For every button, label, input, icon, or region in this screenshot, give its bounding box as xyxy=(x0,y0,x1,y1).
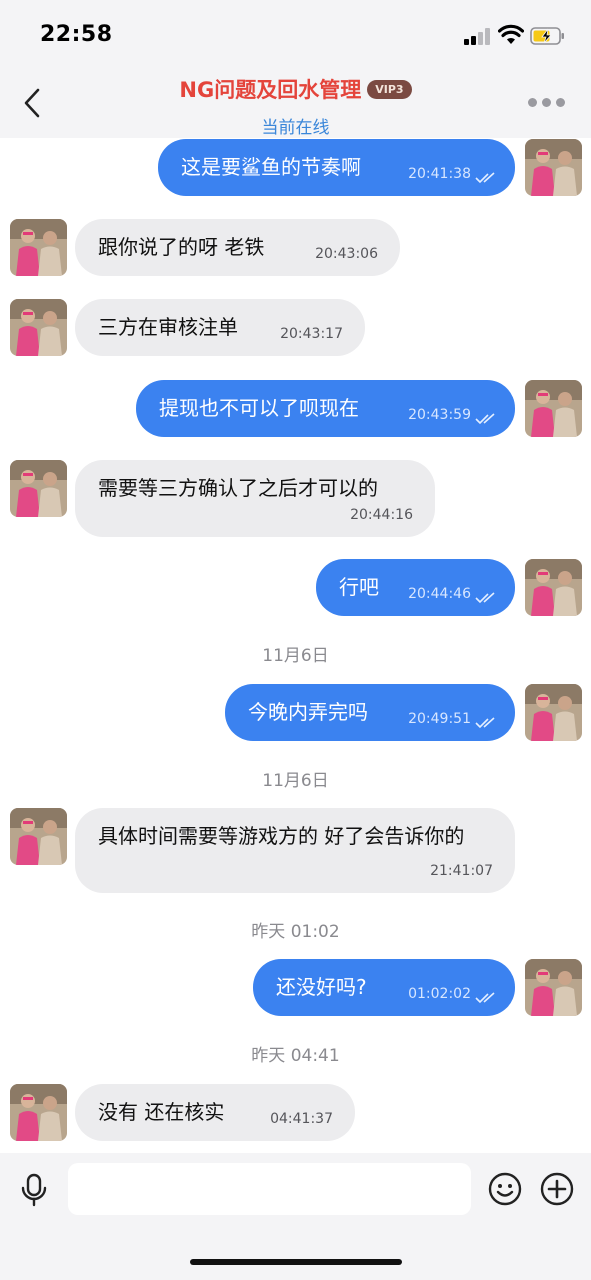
chat-title-row: NG问题及回水管理 VIP3 xyxy=(0,74,591,104)
top-bar: 22:58 NG问题及回水管理 VIP3 当前在线 xyxy=(0,0,591,138)
double-check-icon xyxy=(475,413,495,425)
wifi-icon xyxy=(498,24,524,44)
message-text: 行吧 xyxy=(339,575,379,599)
date-separator: 昨天 01:02 xyxy=(251,922,340,942)
cellular-signal-icon xyxy=(464,28,490,45)
message-time: 20:43:17 xyxy=(280,326,343,342)
input-bar xyxy=(0,1153,591,1280)
outgoing-message[interactable]: 今晚内弄完吗 20:49:51 xyxy=(225,684,515,741)
message-list[interactable]: 这是要鲨鱼的节奏啊 20:41:38 跟你说了的呀 老铁 20:43:06 三方… xyxy=(0,138,591,1153)
incoming-message[interactable]: 没有 还在核实 04:41:37 xyxy=(75,1084,355,1141)
outgoing-message[interactable]: 提现也不可以了呗现在 20:43:59 xyxy=(136,380,515,437)
double-check-icon xyxy=(475,717,495,729)
date-separator: 11月6日 xyxy=(262,646,329,666)
message-time: 04:41:37 xyxy=(270,1111,333,1127)
message-time: 01:02:02 xyxy=(408,986,471,1002)
message-time: 20:44:16 xyxy=(350,507,413,523)
double-check-icon xyxy=(475,592,495,604)
message-time: 20:49:51 xyxy=(408,711,471,727)
more-options-icon[interactable] xyxy=(528,98,566,108)
my-avatar[interactable] xyxy=(525,139,582,196)
vip-badge: VIP3 xyxy=(367,79,412,99)
incoming-message[interactable]: 三方在审核注单 20:43:17 xyxy=(75,299,365,356)
message-input[interactable] xyxy=(68,1163,471,1215)
message-text: 还没好吗? xyxy=(276,975,367,999)
message-text: 跟你说了的呀 老铁 xyxy=(98,235,265,259)
message-text: 没有 还在核实 xyxy=(98,1100,225,1124)
message-time: 20:44:46 xyxy=(408,586,471,602)
contact-avatar[interactable] xyxy=(10,460,67,517)
battery-charging-icon xyxy=(530,27,564,45)
message-text: 具体时间需要等游戏方的 好了会告诉你的 xyxy=(98,824,465,848)
message-time: 20:43:06 xyxy=(315,246,378,262)
message-time: 21:41:07 xyxy=(430,863,493,879)
outgoing-message[interactable]: 这是要鲨鱼的节奏啊 20:41:38 xyxy=(158,139,515,196)
my-avatar[interactable] xyxy=(525,684,582,741)
outgoing-message[interactable]: 行吧 20:44:46 xyxy=(316,559,515,616)
my-avatar[interactable] xyxy=(525,959,582,1016)
incoming-message[interactable]: 具体时间需要等游戏方的 好了会告诉你的 21:41:07 xyxy=(75,808,515,893)
contact-avatar[interactable] xyxy=(10,299,67,356)
add-attachment-icon[interactable] xyxy=(540,1172,574,1206)
message-text: 三方在审核注单 xyxy=(98,315,238,339)
double-check-icon xyxy=(475,172,495,184)
my-avatar[interactable] xyxy=(525,380,582,437)
date-separator: 昨天 04:41 xyxy=(251,1046,340,1066)
chat-title: NG问题及回水管理 xyxy=(179,78,362,102)
home-indicator xyxy=(190,1259,402,1265)
message-time: 20:41:38 xyxy=(408,166,471,182)
online-status: 当前在线 xyxy=(261,118,330,138)
message-text: 提现也不可以了呗现在 xyxy=(159,396,359,420)
message-time: 20:43:59 xyxy=(408,407,471,423)
message-text: 这是要鲨鱼的节奏啊 xyxy=(181,155,361,179)
double-check-icon xyxy=(475,992,495,1004)
contact-avatar[interactable] xyxy=(10,1084,67,1141)
outgoing-message[interactable]: 还没好吗? 01:02:02 xyxy=(253,959,515,1016)
emoji-icon[interactable] xyxy=(488,1172,522,1206)
contact-avatar[interactable] xyxy=(10,219,67,276)
message-text: 需要等三方确认了之后才可以的 xyxy=(98,476,378,500)
my-avatar[interactable] xyxy=(525,559,582,616)
microphone-icon[interactable] xyxy=(18,1173,50,1207)
contact-avatar[interactable] xyxy=(10,808,67,865)
incoming-message[interactable]: 跟你说了的呀 老铁 20:43:06 xyxy=(75,219,400,276)
message-text: 今晚内弄完吗 xyxy=(248,700,368,724)
incoming-message[interactable]: 需要等三方确认了之后才可以的 20:44:16 xyxy=(75,460,435,537)
status-time: 22:58 xyxy=(40,22,113,47)
date-separator: 11月6日 xyxy=(262,771,329,791)
